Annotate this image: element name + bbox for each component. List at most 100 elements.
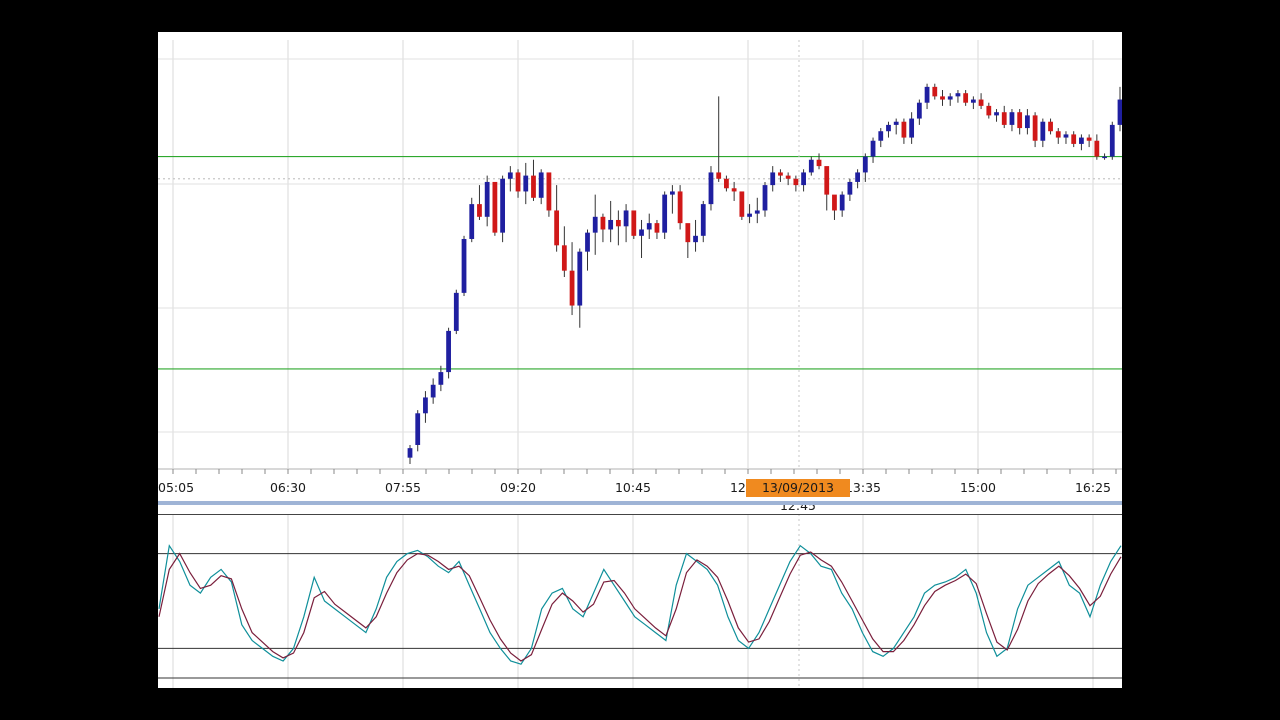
candle-body [569, 270, 575, 306]
candle-body [1001, 112, 1007, 125]
candle-body [739, 191, 745, 217]
candle-body [862, 156, 868, 173]
candle-body [716, 172, 722, 179]
candle-body [546, 172, 552, 211]
candle-body [778, 172, 783, 176]
candle-body [600, 216, 606, 230]
candle-body [592, 216, 598, 233]
candle-body [577, 251, 583, 306]
candle-body [1086, 137, 1092, 141]
candle-body [847, 181, 853, 195]
candle-body [986, 105, 992, 116]
chart-panel: 05:0506:3007:5509:2010:4512:1013:3515:00… [158, 32, 1122, 688]
candle-body [955, 93, 961, 97]
x-tick-label: 15:00 [959, 480, 997, 495]
candle-body [1017, 112, 1023, 129]
oscillator-series-1 [158, 544, 1122, 665]
candle-body [747, 213, 752, 217]
candle-body [453, 292, 459, 331]
candle-body [824, 166, 830, 195]
candle-body [940, 96, 945, 100]
oscillator-series-2 [158, 551, 1122, 662]
candle-body [924, 86, 930, 103]
candle-body [461, 238, 467, 293]
x-tick-label: 09:20 [499, 480, 537, 495]
candle-body [561, 245, 567, 271]
candle-body [893, 121, 899, 125]
candle-body [623, 210, 629, 227]
candle-body [654, 223, 660, 233]
candle-body [724, 178, 729, 189]
candle-body [1032, 115, 1038, 141]
candle-body [615, 219, 621, 227]
candle-body [1109, 124, 1115, 157]
x-tick-label: 06:30 [269, 480, 307, 495]
candle-body [901, 121, 907, 138]
candle-body [446, 330, 451, 373]
candle-body [963, 93, 969, 103]
candle-body [531, 175, 536, 198]
candle-body [669, 191, 675, 195]
candle-body [1094, 140, 1100, 157]
candle-body [870, 140, 876, 157]
candle-body [438, 372, 444, 385]
x-tick-label: 13:35 [844, 480, 882, 495]
candle-body [878, 131, 884, 141]
candle-body [492, 181, 498, 233]
candle-body [639, 229, 644, 236]
candle-body [1055, 131, 1061, 138]
candle-body [554, 210, 560, 246]
candle-body [886, 124, 891, 132]
candle-body [1024, 115, 1030, 129]
candle-body [415, 413, 421, 445]
candle-body [708, 172, 714, 205]
candle-body [978, 99, 984, 106]
candle-body [816, 159, 822, 167]
candle-body [1048, 121, 1053, 132]
candle-body [646, 223, 652, 230]
candle-body [909, 118, 915, 138]
candle-body [1063, 134, 1069, 138]
candle-body [970, 99, 976, 103]
candle-body [523, 175, 529, 192]
candle-body [515, 172, 521, 192]
candle-body [430, 384, 436, 398]
candle-body [1009, 112, 1015, 125]
candle-body [994, 112, 999, 116]
candle-body [608, 219, 614, 230]
candle-body [801, 172, 806, 186]
candle-body [677, 191, 683, 224]
candle-body [770, 172, 776, 186]
chart-scrollbar[interactable] [158, 501, 1122, 505]
candle-body [662, 194, 668, 233]
candle-body [700, 204, 706, 236]
oscillator-chart[interactable] [158, 514, 1122, 688]
candle-body [754, 210, 760, 214]
candle-body [407, 448, 413, 458]
candle-body [793, 178, 799, 186]
candle-body [855, 172, 861, 182]
candle-body [1102, 156, 1107, 159]
candle-body [1071, 134, 1077, 144]
candle-body [808, 159, 814, 173]
candle-body [932, 86, 938, 97]
x-tick-label: 07:55 [384, 480, 422, 495]
candle-body [947, 96, 953, 100]
candle-body [484, 181, 490, 217]
candle-body [762, 185, 768, 211]
candle-body [423, 397, 428, 414]
candle-body [731, 188, 737, 192]
x-tick-label: 05:05 [158, 480, 195, 495]
candle-body [785, 175, 791, 179]
candle-body [500, 178, 506, 233]
candle-body [477, 204, 482, 217]
candle-body [469, 204, 475, 239]
price-chart[interactable] [158, 32, 1122, 468]
candle-body [1040, 121, 1046, 141]
candle-body [916, 102, 922, 119]
x-tick-label: 16:25 [1074, 480, 1112, 495]
candle-body [685, 223, 691, 243]
crosshair-time-label: 13/09/2013 12:45 [746, 479, 850, 513]
candle-body [631, 210, 637, 236]
candle-body [538, 172, 544, 198]
